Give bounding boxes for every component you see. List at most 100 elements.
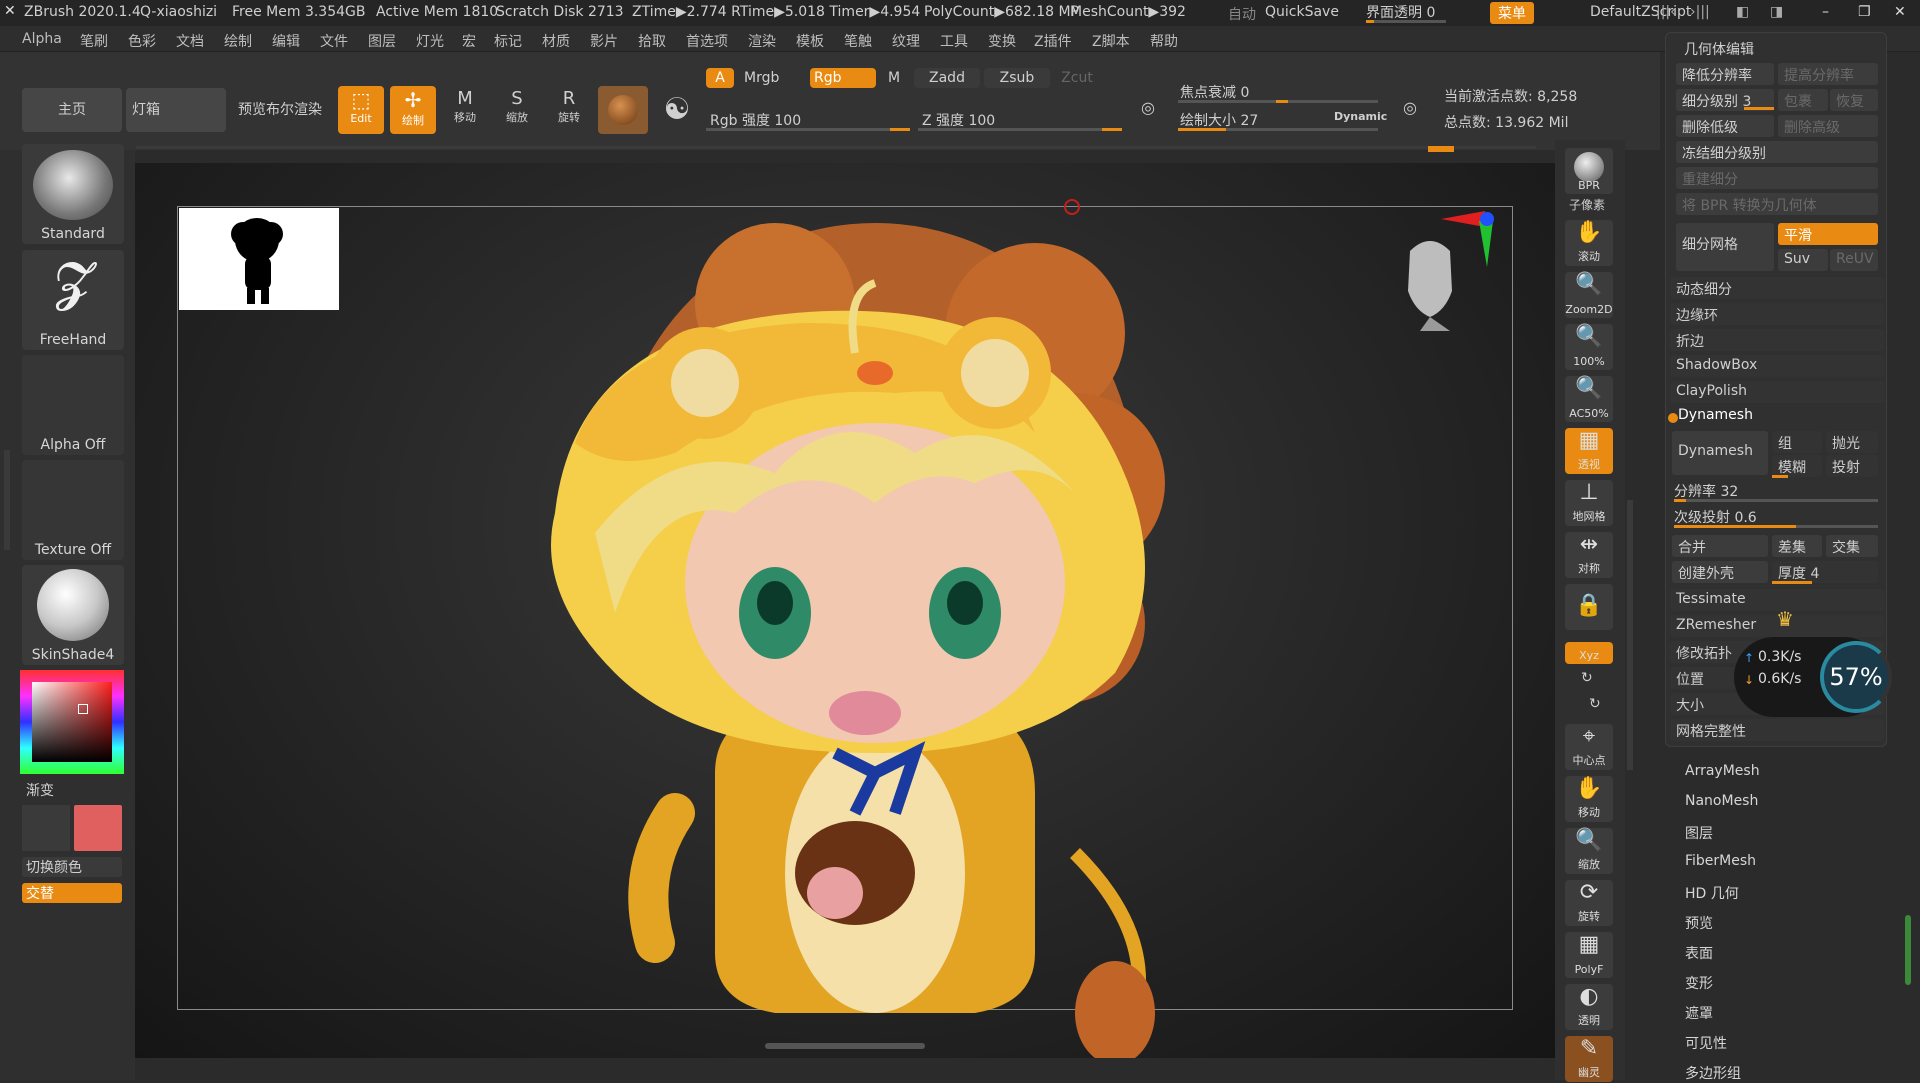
ui-transparency-slider[interactable]: 界面透明 0 [1366,2,1435,22]
dynamic-toggle[interactable]: Dynamic [1334,110,1387,123]
window-tile-icon[interactable]: ◨ [1770,4,1783,20]
focal-shift-slider[interactable]: 焦点衰减 0 [1180,82,1249,102]
menu-preferences[interactable]: 首选项 [686,31,728,51]
resolution-slider[interactable]: 分辨率 32 [1674,481,1738,501]
left-collapse-handle[interactable] [4,450,10,550]
brush-swatch-button[interactable]: ☯ [654,86,700,134]
menu-help[interactable]: 帮助 [1150,31,1178,51]
toolbar-scroll-thumb[interactable] [1428,146,1454,152]
draw-button[interactable]: ✢ 绘制 [390,86,436,134]
subpixel-label[interactable]: 子像素 [1569,196,1605,213]
rgb-intensity-track[interactable] [706,128,910,131]
draw-size-slider[interactable]: 绘制大小 27 [1180,110,1258,130]
lock-button[interactable]: 🔒 [1565,584,1613,630]
menu-alpha[interactable]: Alpha [22,31,62,47]
menu-light[interactable]: 灯光 [416,31,444,51]
scale-view-button[interactable]: 🔍 缩放 [1565,828,1613,874]
quicksave-button[interactable]: QuickSave [1265,4,1339,20]
floor-grid-button[interactable]: ⊥ 地网格 [1565,480,1613,526]
menu-draw[interactable]: 绘制 [224,31,252,51]
reconstruct-subdiv-button[interactable]: 重建细分 [1676,167,1878,189]
zadd-toggle[interactable]: Zadd [914,68,980,88]
z-intensity-track[interactable] [918,128,1122,131]
freeze-subdiv-button[interactable]: 冻结细分级别 [1676,141,1878,163]
menu-zscript[interactable]: Z脚本 [1092,31,1130,51]
ui-transparency-track[interactable] [1366,20,1446,23]
stroke-picker[interactable]: 𝓩 FreeHand [22,250,124,350]
window-switch-icon[interactable]: ◧ [1736,4,1749,20]
fibermesh-subpalette[interactable]: FiberMesh [1685,853,1756,869]
scale-button[interactable]: S 缩放 [494,86,540,134]
spotlight-button[interactable]: ◎ [1128,88,1168,128]
silhouette-thumbnail[interactable] [179,208,339,310]
nanomesh-subpalette[interactable]: NanoMesh [1685,793,1758,809]
secondary-color-swatch[interactable] [22,805,70,851]
menu-edit[interactable]: 编辑 [272,31,300,51]
deformation-subpalette[interactable]: 变形 [1685,973,1713,993]
menu-button[interactable]: 菜单 [1490,2,1534,24]
close-icon[interactable]: ✕ [1894,4,1906,20]
gradient-label[interactable]: 渐变 [26,780,54,800]
menu-picker[interactable]: 拾取 [638,31,666,51]
smooth-toggle[interactable]: 平滑 [1778,223,1878,245]
menu-transform[interactable]: 变换 [988,31,1016,51]
divide-button[interactable]: 细分网格 [1676,223,1774,271]
blur-slider[interactable]: 模糊 [1772,455,1822,477]
menu-render[interactable]: 渲染 [748,31,776,51]
center-point-button[interactable]: ⌖ 中心点 [1565,724,1613,770]
ghost-button[interactable]: ✎ 幽灵 [1565,1036,1613,1082]
dynamic-d-button[interactable]: ◎ [1390,88,1430,128]
lower-res-button[interactable]: 降低分辨率 [1676,63,1774,85]
texture-picker[interactable]: Texture Off [22,460,124,560]
restore-button[interactable]: 恢复 [1830,89,1878,111]
zsub-toggle[interactable]: Zsub [984,68,1050,88]
menu-zplugin[interactable]: Z插件 [1034,31,1072,51]
ac50-button[interactable]: 🔍 AC50% [1565,376,1613,422]
rotate-z-icon[interactable]: ↻ [1589,696,1601,712]
panel-scrollbar[interactable] [1905,915,1911,985]
claypolish-section[interactable]: ClayPolish [1670,381,1884,403]
mesh-integrity-section[interactable]: 网格完整性 [1670,719,1884,741]
menu-file[interactable]: 文件 [320,31,348,51]
menu-marker[interactable]: 标记 [494,31,522,51]
maximize-icon[interactable]: ❐ [1858,4,1871,20]
crease-section[interactable]: 折边 [1670,329,1884,351]
reuv-toggle[interactable]: ReUV [1830,249,1878,271]
menu-layer[interactable]: 图层 [368,31,396,51]
menu-movie[interactable]: 影片 [590,31,618,51]
canvas-bottom-scroll[interactable] [765,1043,925,1049]
subproject-track[interactable] [1674,525,1878,528]
a-toggle[interactable]: A [706,68,734,88]
brush-picker[interactable]: Standard [22,144,124,244]
minimize-icon[interactable]: – [1822,4,1829,20]
lightbox-button[interactable]: 灯箱 [126,88,226,132]
material-picker[interactable]: SkinShade4 [22,565,124,665]
move-button[interactable]: M 移动 [442,86,488,134]
home-button[interactable]: 主页 [22,88,122,132]
sub-toggle[interactable]: 差集 [1772,535,1822,557]
menu-texture[interactable]: 纹理 [892,31,920,51]
project-toggle[interactable]: 投射 [1826,455,1878,477]
bpr-to-geo-button[interactable]: 将 BPR 转换为几何体 [1676,193,1878,215]
dynamesh-section[interactable]: Dynamesh [1678,407,1753,423]
create-shell-button[interactable]: 创建外壳 [1672,561,1768,583]
main-color-swatch[interactable] [74,805,122,851]
layout-next-icon[interactable]: ›||| [1690,4,1710,20]
alternate-button[interactable]: 交替 [22,883,122,903]
polish-toggle[interactable]: 抛光 [1826,431,1878,453]
menu-document[interactable]: 文档 [176,31,204,51]
switch-color-button[interactable]: 切换颜色 [22,857,122,877]
masking-subpalette[interactable]: 遮罩 [1685,1003,1713,1023]
zbrush-logo-icon[interactable]: ✕ [4,3,16,19]
suv-toggle[interactable]: Suv [1778,249,1828,271]
shadowbox-section[interactable]: ShadowBox [1670,355,1884,377]
material-swatch-button[interactable] [598,86,648,134]
geometry-header[interactable]: 几何体编辑 [1684,39,1754,59]
arraymesh-subpalette[interactable]: ArrayMesh [1685,763,1760,779]
menu-stencil[interactable]: 模板 [796,31,824,51]
menu-brush[interactable]: 笔刷 [80,31,108,51]
layout-icon[interactable]: |||‹ [1656,4,1676,20]
perspective-button[interactable]: ▦ 透视 [1565,428,1613,474]
subproject-slider[interactable]: 次级投射 0.6 [1674,507,1757,527]
menu-stroke[interactable]: 笔触 [844,31,872,51]
